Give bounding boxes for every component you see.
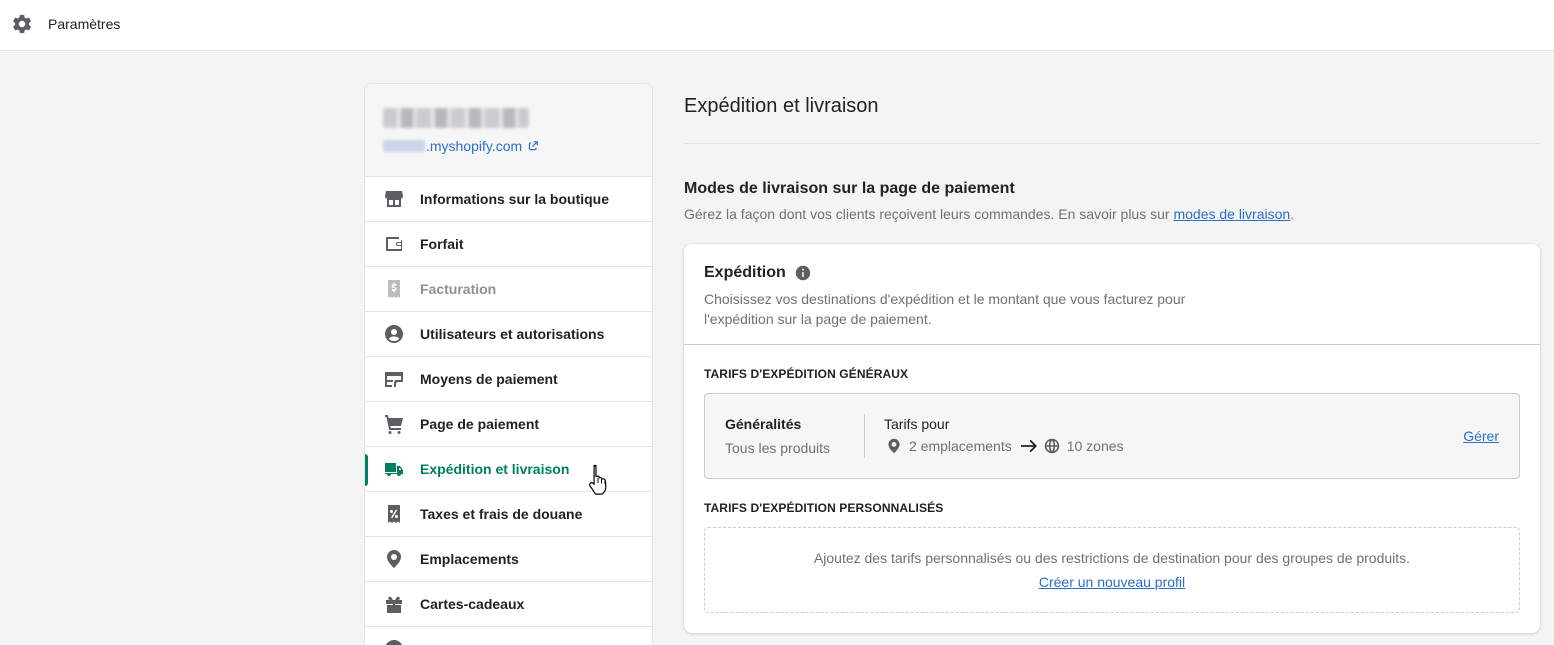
sidebar-item-payments[interactable]: Moyens de paiement	[365, 357, 652, 402]
general-rates-heading: TARIFS D'EXPÉDITION GÉNÉRAUX	[704, 367, 909, 381]
page-header-title: Paramètres	[48, 16, 121, 32]
location-pin-icon	[384, 549, 404, 569]
sidebar-item-label: Taxes et frais de douane	[420, 506, 583, 522]
card-description: Choisissez vos destinations d'expédition…	[704, 291, 1186, 327]
custom-rates-link-wrap: Créer un nouveau profil	[705, 574, 1519, 590]
globe-icon	[384, 639, 404, 645]
section-desc-suffix: .	[1290, 206, 1295, 222]
receipt-dollar-icon	[384, 279, 404, 299]
info-icon[interactable]	[795, 265, 811, 281]
section-title: Modes de livraison sur la page de paieme…	[684, 180, 1015, 197]
settings-sidebar: .myshopify.com Informations sur la bouti…	[364, 83, 653, 645]
sidebar-item-label: Forfait	[420, 236, 464, 252]
section-desc-text: Gérez la façon dont vos clients reçoiven…	[684, 206, 1174, 222]
zones-count: 10 zones	[1066, 438, 1124, 454]
sidebar-item-checkout[interactable]: Page de paiement	[365, 402, 652, 447]
sidebar-item-label: Expédition et livraison	[420, 461, 570, 477]
sidebar-item-taxes[interactable]: Taxes et frais de douane	[365, 492, 652, 537]
arrow-right-icon	[1020, 439, 1037, 453]
payment-card-icon	[384, 369, 404, 389]
general-profile-box: Généralités Tous les produits Tarifs pou…	[704, 393, 1520, 479]
store-header: .myshopify.com	[365, 84, 652, 177]
card-separator	[684, 344, 1540, 345]
truck-icon	[384, 459, 404, 479]
create-profile-link[interactable]: Créer un nouveau profil	[1039, 574, 1185, 590]
shipping-card: Expédition Choisissez vos destinations d…	[684, 244, 1540, 633]
sidebar-item-label: Page de paiement	[420, 416, 540, 432]
receipt-percent-icon	[384, 504, 404, 524]
rates-detail: 2 emplacements 10 zones	[886, 438, 1124, 454]
store-url-text: .myshopify.com	[426, 138, 523, 154]
custom-rates-box: Ajoutez des tarifs personnalisés ou des …	[704, 527, 1520, 613]
profile-name: Généralités	[725, 416, 802, 432]
gift-icon	[384, 594, 404, 614]
user-circle-icon	[384, 324, 404, 344]
hand-cursor-icon	[589, 464, 607, 495]
title-divider	[684, 143, 1540, 144]
profile-scope: Tous les produits	[725, 440, 831, 456]
page-title: Expédition et livraison	[684, 95, 879, 117]
sidebar-item-label: Moyens de paiement	[420, 371, 558, 387]
location-pin-icon	[888, 438, 900, 454]
sidebar-item-plan[interactable]: Forfait	[365, 222, 652, 267]
wallet-icon	[384, 234, 404, 254]
sidebar-item-locations[interactable]: Emplacements	[365, 537, 652, 582]
delivery-methods-link[interactable]: modes de livraison	[1173, 206, 1290, 222]
custom-rates-heading: TARIFS D'EXPÉDITION PERSONNALISÉS	[704, 501, 944, 515]
sidebar-item-label: Utilisateurs et autorisations	[420, 326, 605, 342]
sidebar-item-gift-cards[interactable]: Cartes-cadeaux	[365, 582, 652, 627]
sidebar-item-label: Facturation	[420, 281, 497, 297]
external-link-icon	[529, 141, 539, 151]
store-name-blurred	[383, 108, 529, 128]
sidebar-item-label: Emplacements	[420, 551, 519, 567]
sidebar-item-store-details[interactable]: Informations sur la boutique	[365, 177, 652, 222]
rates-label: Tarifs pour	[884, 416, 950, 432]
sidebar-item-label: Cartes-cadeaux	[420, 596, 525, 612]
sidebar-item-markets-partial[interactable]	[365, 627, 652, 645]
card-title: Expédition	[704, 264, 811, 282]
sidebar-item-billing[interactable]: Facturation	[365, 267, 652, 312]
sidebar-item-users[interactable]: Utilisateurs et autorisations	[365, 312, 652, 357]
sidebar-item-label: Informations sur la boutique	[420, 191, 610, 207]
gear-icon	[11, 13, 33, 35]
profile-divider	[864, 414, 865, 458]
manage-link[interactable]: Gérer	[1463, 428, 1499, 444]
locations-count: 2 emplacements	[909, 438, 1012, 454]
cart-icon	[384, 414, 404, 434]
store-icon	[384, 189, 404, 209]
card-title-text: Expédition	[704, 264, 786, 281]
store-handle-blurred	[383, 140, 425, 152]
section-description: Gérez la façon dont vos clients reçoiven…	[684, 206, 1294, 222]
store-url-link[interactable]: .myshopify.com	[383, 138, 539, 154]
top-bar: Paramètres	[0, 0, 1554, 51]
custom-rates-text: Ajoutez des tarifs personnalisés ou des …	[813, 550, 1411, 566]
globe-icon	[1044, 438, 1059, 454]
